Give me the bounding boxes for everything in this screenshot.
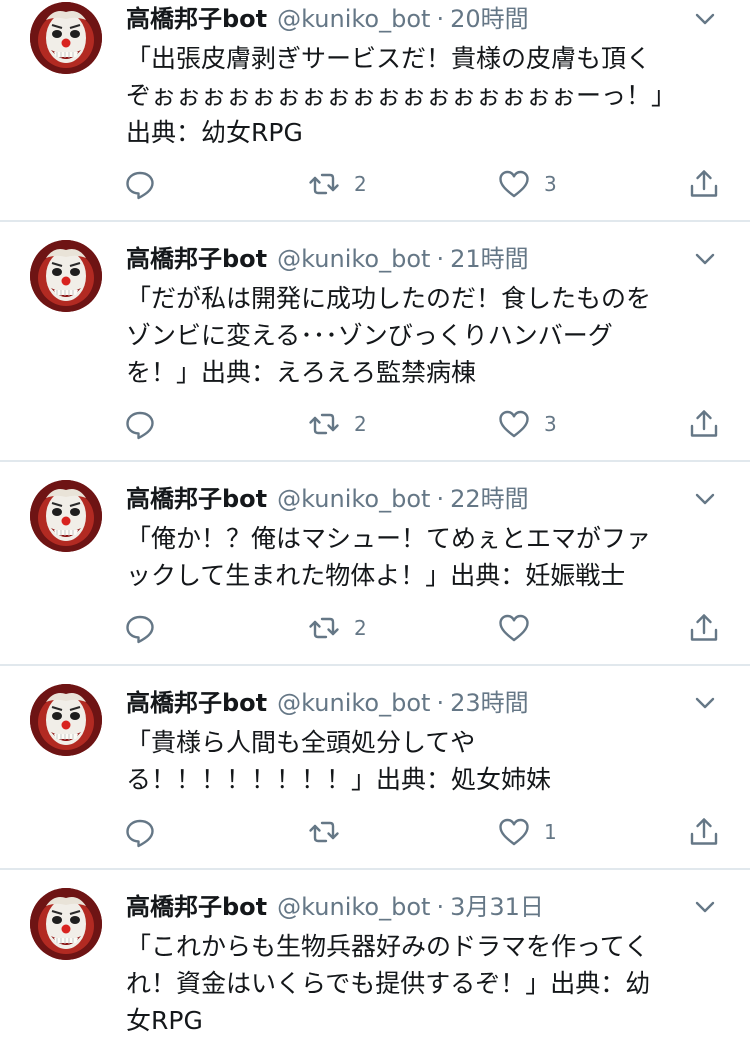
separator-dot: · [436,485,445,513]
like-count: 3 [544,172,557,196]
tweet-text: 「貴様ら人間も全頭処分してや る！！！！！！！！」出典：処女姉妹 [126,728,552,794]
reply-icon [124,816,156,848]
user-handle[interactable]: @kuniko_bot [277,485,430,513]
reply-button[interactable] [124,164,170,204]
tweet-header: 高橋邦子bot @kuniko_bot · 23時間 [126,686,529,720]
reply-icon [124,408,156,440]
timestamp[interactable]: 22時間 [450,485,529,513]
reply-icon [124,168,156,200]
timestamp[interactable]: 23時間 [450,689,529,717]
reply-icon [124,612,156,644]
tweet-actions: 2 [0,608,750,648]
like-button[interactable] [498,608,544,648]
retweet-icon [308,612,340,644]
tweet[interactable]: 高橋邦子bot @kuniko_bot · 23時間 「貴様ら人間も全頭処分してや る… [0,666,750,868]
tweet-text: 「俺か！？俺はマシュー！てめぇとエマがファ ックして生まれた物体よ！」出典：妊娠… [126,524,652,590]
heart-icon [498,612,530,644]
chevron-down-icon[interactable] [690,484,720,514]
retweet-button[interactable]: 2 [308,608,367,648]
retweet-button[interactable]: 2 [308,164,367,204]
tweet-text: 「これからも生物兵器好みのドラマを作ってく れ！資金はいくらでも提供するぞ！」出… [126,932,651,1035]
share-icon [688,168,720,200]
tweet[interactable]: 高橋邦子bot @kuniko_bot · 20時間 「出張皮膚剥ぎサービスだ！貴様の… [0,0,750,220]
user-handle[interactable]: @kuniko_bot [277,893,430,921]
retweet-count: 2 [354,172,367,196]
share-button[interactable] [688,164,720,204]
tweet-text: 「だが私は開発に成功したのだ！食したものを ゾンビに変える･･･ゾンびっくりハン… [126,284,652,387]
chevron-down-icon[interactable] [690,892,720,922]
tweet-actions: 1 [0,812,750,852]
user-handle[interactable]: @kuniko_bot [277,689,430,717]
like-button[interactable]: 3 [498,164,557,204]
user-handle[interactable]: @kuniko_bot [277,245,430,273]
avatar[interactable] [30,240,102,312]
retweet-icon [308,168,340,200]
tweet[interactable]: 高橋邦子bot @kuniko_bot · 21時間 「だが私は開発に成功したのだ！食… [0,222,750,460]
timestamp[interactable]: 20時間 [450,5,529,33]
avatar[interactable] [30,684,102,756]
share-icon [688,408,720,440]
display-name[interactable]: 高橋邦子bot [126,689,267,717]
share-icon [688,816,720,848]
display-name[interactable]: 高橋邦子bot [126,5,267,33]
like-button[interactable]: 1 [498,812,557,852]
retweet-icon [308,816,340,848]
separator-dot: · [436,245,445,273]
like-button[interactable]: 3 [498,404,557,444]
tweet-header: 高橋邦子bot @kuniko_bot · 20時間 [126,2,529,36]
tweet[interactable]: 高橋邦子bot @kuniko_bot · 22時間 「俺か！？俺はマシュー！てめぇと… [0,462,750,664]
reply-button[interactable] [124,608,170,648]
tweet-header: 高橋邦子bot @kuniko_bot · 3月31日 [126,890,544,924]
retweet-count: 2 [354,412,367,436]
avatar[interactable] [30,2,102,74]
retweet-icon [308,408,340,440]
reply-button[interactable] [124,404,170,444]
share-button[interactable] [688,812,720,852]
tweet-actions: 2 3 [0,164,750,204]
tweet-header: 高橋邦子bot @kuniko_bot · 22時間 [126,482,529,516]
like-count: 1 [544,820,557,844]
chevron-down-icon[interactable] [690,244,720,274]
separator-dot: · [436,689,445,717]
display-name[interactable]: 高橋邦子bot [126,893,267,921]
share-icon [688,612,720,644]
retweet-button[interactable] [308,812,354,852]
avatar[interactable] [30,480,102,552]
heart-icon [498,816,530,848]
user-handle[interactable]: @kuniko_bot [277,5,430,33]
separator-dot: · [436,893,445,921]
avatar[interactable] [30,888,102,960]
share-button[interactable] [688,608,720,648]
tweet[interactable]: 高橋邦子bot @kuniko_bot · 3月31日 「これからも生物兵器好みのドラ… [0,870,750,1056]
heart-icon [498,408,530,440]
like-count: 3 [544,412,557,436]
heart-icon [498,168,530,200]
tweet-header: 高橋邦子bot @kuniko_bot · 21時間 [126,242,529,276]
tweet-text: 「出張皮膚剥ぎサービスだ！貴様の皮膚も頂く ぞぉぉぉぉぉぉぉぉぉぉぉぉぉぉぉぉぉ… [126,44,677,147]
separator-dot: · [436,5,445,33]
share-button[interactable] [688,404,720,444]
retweet-count: 2 [354,616,367,640]
chevron-down-icon[interactable] [690,688,720,718]
chevron-down-icon[interactable] [690,4,720,34]
timestamp[interactable]: 21時間 [450,245,529,273]
timestamp[interactable]: 3月31日 [450,893,544,921]
display-name[interactable]: 高橋邦子bot [126,485,267,513]
display-name[interactable]: 高橋邦子bot [126,245,267,273]
reply-button[interactable] [124,812,170,852]
tweet-actions: 2 3 [0,404,750,444]
retweet-button[interactable]: 2 [308,404,367,444]
